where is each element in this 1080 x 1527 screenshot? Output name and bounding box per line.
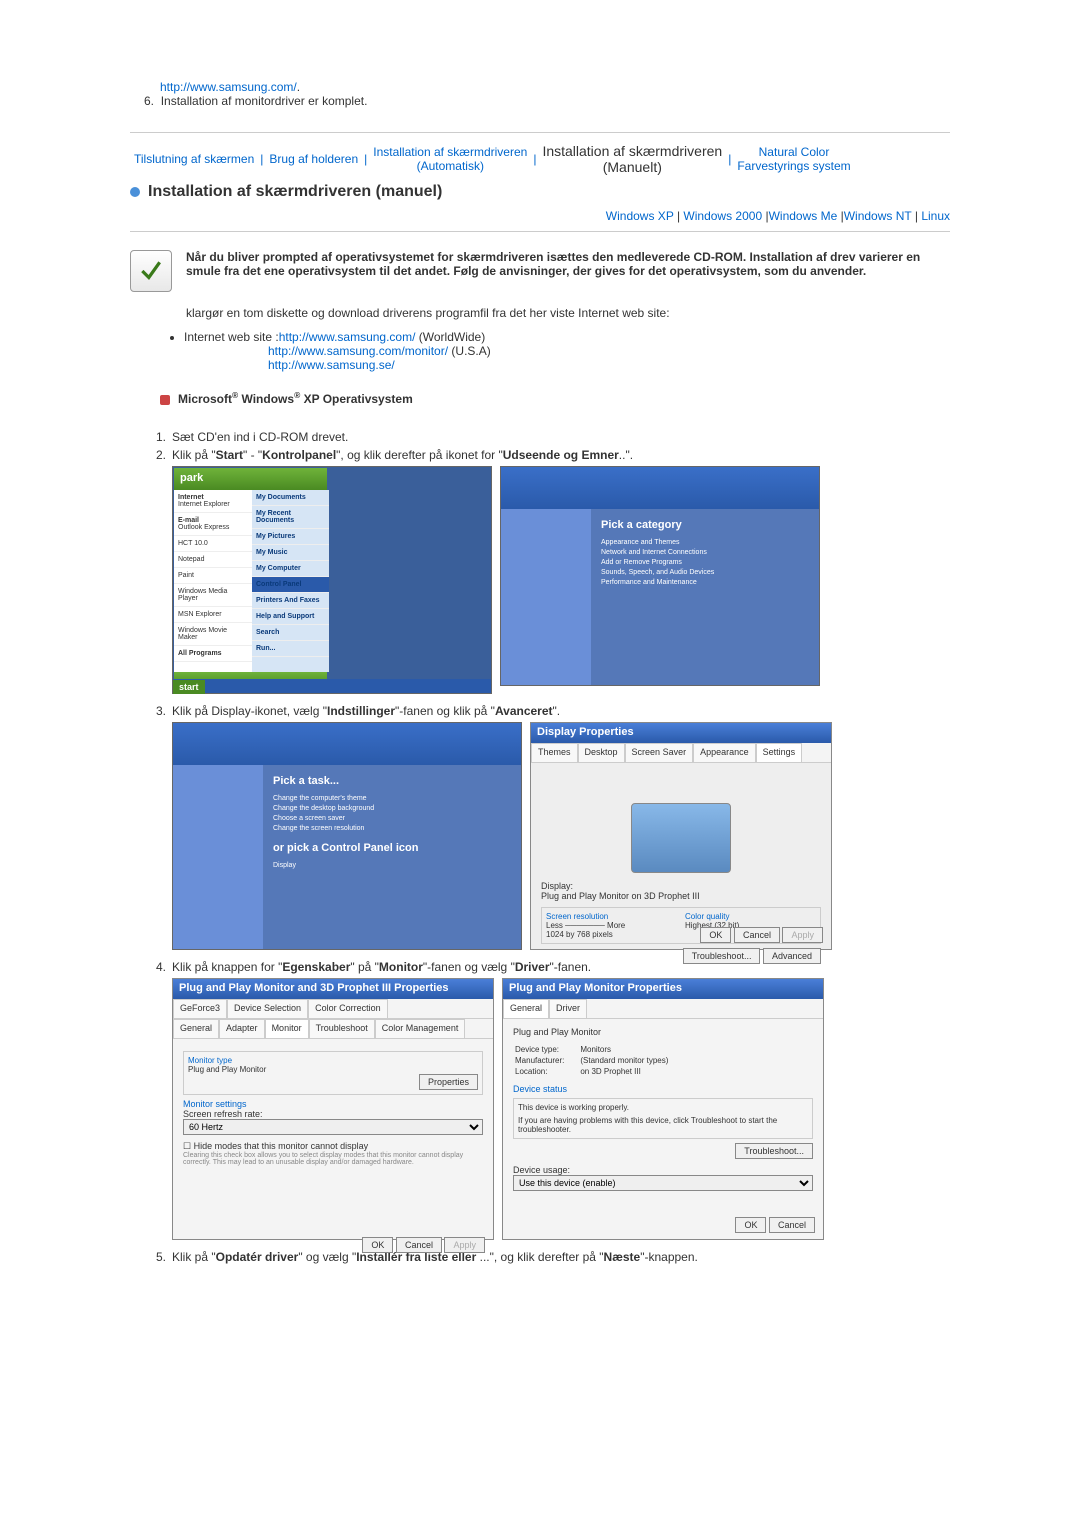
note-text: Når du bliver prompted af operativsystem… bbox=[186, 250, 950, 278]
step-num: 2. bbox=[144, 448, 166, 462]
step6-text: Installation af monitordriver er komplet… bbox=[161, 94, 368, 108]
step-num: 5. bbox=[144, 1250, 166, 1264]
link-me[interactable]: Windows Me bbox=[769, 209, 838, 223]
screenshot-appearance: Pick a task... Change the computer's the… bbox=[172, 722, 522, 950]
tab-sep: | bbox=[531, 152, 538, 166]
bullet-icon bbox=[130, 187, 140, 197]
prepare-text: klargør en tom diskette og download driv… bbox=[186, 306, 950, 320]
screenshot-monitor-props-a: Plug and Play Monitor and 3D Prophet III… bbox=[172, 978, 494, 1240]
tab-bar: Tilslutning af skærmen | Brug af holdere… bbox=[130, 143, 950, 175]
step6-num: 6. bbox=[144, 94, 161, 108]
site-list-item: Internet web site :http://www.samsung.co… bbox=[184, 330, 950, 344]
step-num: 1. bbox=[144, 430, 166, 444]
tab-install-auto[interactable]: Installation af skærmdriveren(Automatisk… bbox=[369, 145, 531, 173]
tab-sep: | bbox=[726, 152, 733, 166]
link-se[interactable]: http://www.samsung.se/ bbox=[268, 358, 395, 372]
screenshot-control-panel: Pick a category Appearance and Themes Ne… bbox=[500, 466, 820, 686]
page-title: Installation af skærmdriveren (manuel) bbox=[148, 183, 442, 200]
os-heading: Microsoft® Windows® XP Operativsystem bbox=[178, 392, 413, 406]
step-num: 4. bbox=[144, 960, 166, 974]
tab-natural-color[interactable]: Natural ColorFarvestyrings system bbox=[733, 145, 854, 173]
period: . bbox=[297, 80, 300, 94]
step-text: Sæt CD'en ind i CD-ROM drevet. bbox=[172, 430, 950, 444]
link-xp[interactable]: Windows XP bbox=[606, 209, 674, 223]
tab-install-manual[interactable]: Installation af skærmdriveren(Manuelt) bbox=[538, 143, 726, 175]
tab-sep: | bbox=[258, 152, 265, 166]
link-linux[interactable]: Linux bbox=[921, 209, 950, 223]
tab-sep: | bbox=[362, 152, 369, 166]
screenshot-display-properties: Display Properties Themes Desktop Screen… bbox=[530, 722, 832, 950]
red-bullet-icon bbox=[160, 395, 170, 405]
step-num: 3. bbox=[144, 704, 166, 718]
link-nt[interactable]: Windows NT bbox=[844, 209, 912, 223]
screenshot-start-menu: park InternetInternet Explorer E-mailOut… bbox=[172, 466, 492, 694]
link-2000[interactable]: Windows 2000 bbox=[683, 209, 762, 223]
link-ww[interactable]: http://www.samsung.com/ bbox=[279, 330, 416, 344]
tab-holder[interactable]: Brug af holderen bbox=[265, 152, 362, 166]
link-us[interactable]: http://www.samsung.com/monitor/ bbox=[268, 344, 448, 358]
os-links: Windows XP | Windows 2000 |Windows Me |W… bbox=[130, 209, 950, 223]
screenshot-monitor-props-b: Plug and Play Monitor Properties General… bbox=[502, 978, 824, 1240]
step-text: Klik på "Start" - "Kontrolpanel", og kli… bbox=[172, 448, 950, 462]
tab-connect[interactable]: Tilslutning af skærmen bbox=[130, 152, 258, 166]
check-icon bbox=[130, 250, 172, 292]
step-text: Klik på Display-ikonet, vælg "Indstillin… bbox=[172, 704, 950, 718]
samsung-link[interactable]: http://www.samsung.com/ bbox=[160, 80, 297, 94]
